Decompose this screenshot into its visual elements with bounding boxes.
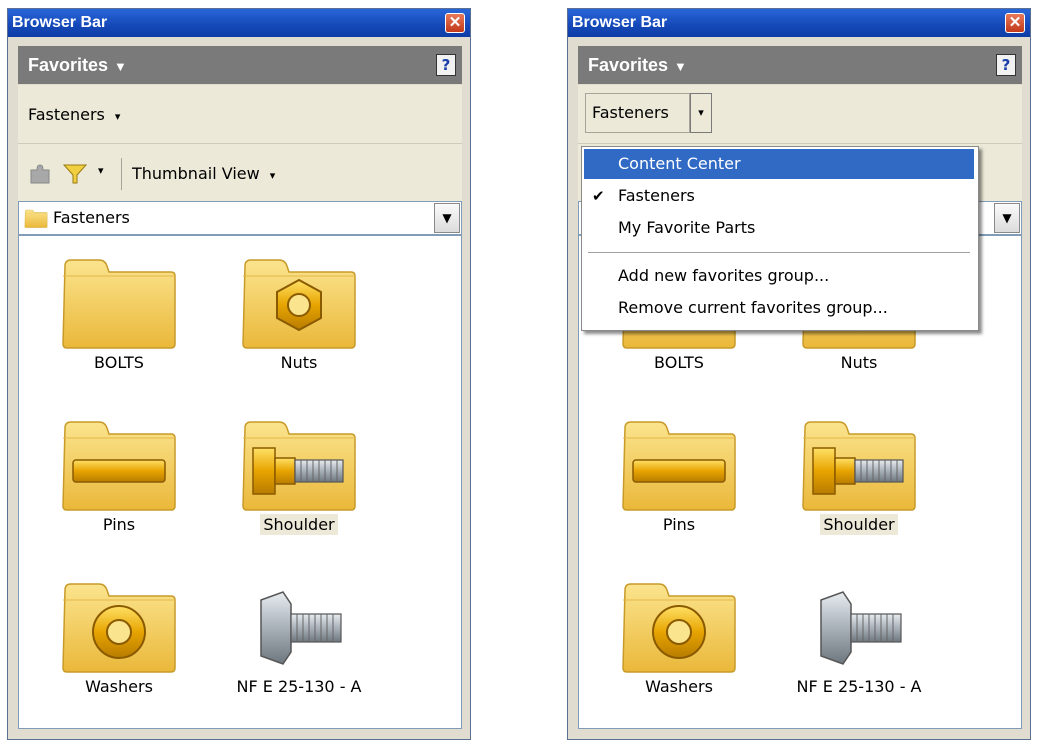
close-button[interactable]: ✕ [445,13,465,33]
thumbnail-item[interactable]: Washers [599,574,759,697]
path-combobox[interactable]: Fasteners ▼ [18,201,462,235]
thumbnail-label: Pins [102,515,136,534]
thumbnail-label: Nuts [280,353,318,372]
favorites-label: Favorites [588,55,669,75]
folder-nut-icon [242,259,356,349]
browser-bar-panel-left: Browser Bar ✕ Favorites ▼ ? Fasteners ▾ ▾ … [7,8,471,740]
thumbnail-item[interactable]: Shoulder [219,412,379,535]
view-mode-selector[interactable]: Thumbnail View ▾ [132,164,275,183]
thumbnail-item[interactable]: Nuts [219,250,379,373]
hex-bolt-icon [820,591,902,665]
filter-dropdown-icon[interactable]: ▾ [98,164,104,177]
menu-item-my-favorite-parts[interactable]: My Favorite Parts [584,213,974,243]
menu-separator [588,252,970,253]
close-icon: ✕ [1008,14,1022,31]
title-text: Browser Bar [572,14,668,31]
menu-item-label: Fasteners [618,186,695,205]
help-icon: ? [1001,56,1011,74]
chevron-down-icon: ▾ [698,106,704,119]
thumbnail-item[interactable]: Shoulder [779,412,939,535]
favorites-tab[interactable]: Favorites ▼ ? [578,46,1022,84]
thumbnail-label: BOLTS [94,353,144,372]
view-mode-label: Thumbnail View [132,164,260,183]
favorites-label: Favorites [28,55,109,75]
group-label: Fasteners [592,103,669,122]
thumbnail-item[interactable]: NF E 25-130 - A [779,574,939,697]
thumbnail-label: BOLTS [654,353,704,372]
puzzle-icon[interactable] [28,162,52,186]
help-icon: ? [441,56,451,74]
menu-item-label: My Favorite Parts [618,218,756,237]
path-text: Fasteners [53,208,130,227]
folder-icon [24,209,48,228]
path-dropdown-button[interactable]: ▼ [994,203,1020,233]
close-button[interactable]: ✕ [1005,13,1025,33]
favorites-tab[interactable]: Favorites ▼ ? [18,46,462,84]
help-button[interactable]: ? [996,54,1016,76]
favorites-group-bar: Fasteners ▾ [578,85,1022,143]
folder-shoulder-bolt-icon [242,421,356,511]
group-label: Fasteners [28,105,105,124]
menu-item-label: Remove current favorites group... [618,298,888,317]
help-button[interactable]: ? [436,54,456,76]
thumbnail-item[interactable]: Washers [39,574,199,697]
folder-icon [62,259,176,349]
thumbnail-label: Nuts [840,353,878,372]
thumbnail-label: Washers [85,677,153,696]
filter-icon[interactable] [62,162,88,186]
thumbnail-item[interactable]: BOLTS [39,250,199,373]
folder-washer-icon [62,583,176,673]
menu-item-remove-group[interactable]: Remove current favorites group... [584,293,974,323]
chevron-down-icon: ▼ [442,211,452,225]
toolbar-separator [121,158,122,190]
folder-washer-icon [622,583,736,673]
path-dropdown-button[interactable]: ▼ [434,203,460,233]
chevron-down-icon: ▾ [269,169,276,182]
favorites-group-bar: Fasteners ▾ [18,85,462,143]
thumbnail-label: NF E 25-130 - A [236,677,362,696]
menu-item-add-group[interactable]: Add new favorites group... [584,261,974,291]
thumbnail-item[interactable]: Pins [599,412,759,535]
thumbnail-label: NF E 25-130 - A [796,677,922,696]
thumbnail-label: Washers [645,677,713,696]
thumbnail-label: Pins [662,515,696,534]
favorites-dropdown-icon: ▼ [114,59,127,74]
close-icon: ✕ [448,14,462,31]
thumbnail-grid: BOLTS Nuts Pins Shoulder Washers NF E 25… [18,235,462,729]
favorites-group-dropdown-button[interactable]: ▾ [690,93,712,133]
thumbnail-label: Shoulder [260,514,338,535]
favorites-dropdown-icon: ▼ [674,59,687,74]
favorites-group-menu: Content Center ✔ Fasteners My Favorite P… [581,146,979,331]
title-bar: Browser Bar ✕ [568,9,1030,37]
favorites-group-selector[interactable]: Fasteners [585,93,690,133]
title-text: Browser Bar [12,14,108,31]
thumbnail-item[interactable]: NF E 25-130 - A [219,574,379,697]
title-bar: Browser Bar ✕ [8,9,470,37]
thumbnail-item[interactable]: Pins [39,412,199,535]
folder-pin-icon [622,421,736,511]
hex-bolt-icon [260,591,342,665]
browser-bar-panel-right: Browser Bar ✕ Favorites ▼ ? Fasteners ▾ ▼… [567,8,1031,740]
thumbnail-label: Shoulder [820,514,898,535]
menu-item-fasteners[interactable]: ✔ Fasteners [584,181,974,211]
folder-pin-icon [62,421,176,511]
chevron-down-icon: ▾ [114,110,121,123]
folder-shoulder-bolt-icon [802,421,916,511]
toolbar: ▾ Thumbnail View ▾ [18,143,462,202]
favorites-group-selector[interactable]: Fasteners ▾ [28,105,120,124]
menu-item-label: Add new favorites group... [618,266,830,285]
checkmark-icon: ✔ [592,187,605,205]
chevron-down-icon: ▼ [1002,211,1012,225]
menu-item-content-center[interactable]: Content Center [584,149,974,179]
menu-item-label: Content Center [618,154,741,173]
